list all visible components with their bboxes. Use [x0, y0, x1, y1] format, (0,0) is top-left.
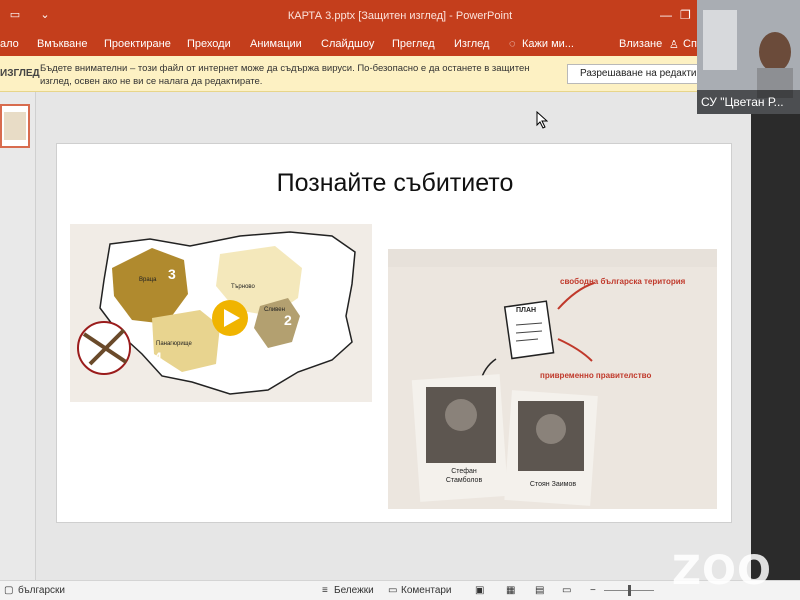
bulgaria-map-graphic — [77, 231, 356, 395]
tab-design[interactable]: Проектиране — [104, 38, 171, 50]
protected-view-message: Бъдете внимателни – този файл от интерне… — [40, 63, 530, 87]
map-number-2: 2 — [284, 312, 292, 328]
title-bar: ▭ ⌄ КАРТА 3.pptx [Защитен изглед] - Powe… — [0, 0, 800, 34]
slideshow-view-icon[interactable]: ▭ — [562, 585, 571, 596]
normal-view-icon[interactable]: ▣ — [475, 585, 484, 596]
enable-editing-button[interactable]: Разрешаване на редактира — [567, 64, 717, 84]
language-indicator[interactable]: български — [18, 585, 65, 596]
map-label-vratsa: Враца — [139, 277, 157, 283]
person-1-caption: Стефан Стамболов — [445, 468, 483, 484]
map-number-4: 4 — [154, 349, 162, 365]
comments-button[interactable]: Коментари — [401, 585, 452, 596]
zoom-side-panel — [751, 114, 800, 580]
map-number-3: 3 — [168, 266, 176, 282]
participant-name: СУ "Цветан Р... — [697, 90, 800, 114]
zoom-out-button[interactable]: − — [590, 585, 596, 596]
thumbnail-preview — [4, 112, 26, 140]
restore-button[interactable]: ❐ — [680, 8, 691, 22]
sign-in-link[interactable]: Влизане — [619, 38, 662, 50]
map-label-sliven: Сливен — [264, 307, 285, 313]
tell-me-search[interactable]: Кажи ми... — [522, 38, 574, 50]
zoom-slider-thumb[interactable] — [628, 585, 631, 596]
notes-button[interactable]: Бележки — [334, 585, 374, 596]
tab-slideshow[interactable]: Слайдшоу — [321, 38, 374, 50]
reading-view-icon[interactable]: ▤ — [535, 585, 544, 596]
share-button[interactable]: Сп — [683, 38, 697, 50]
slide-sorter-icon[interactable]: ▦ — [506, 585, 515, 596]
minimize-button[interactable]: — — [660, 8, 672, 22]
map-label-tarnovo: Търново — [231, 284, 255, 290]
tab-transitions[interactable]: Преходи — [187, 38, 231, 50]
lightbulb-icon: ◌ — [509, 38, 516, 50]
person-2-caption: Стоян Заимов — [529, 481, 577, 488]
zoom-watermark: ZOO — [672, 548, 773, 594]
tab-animations[interactable]: Анимации — [250, 38, 302, 50]
tab-view[interactable]: Изглед — [454, 38, 489, 50]
plan-label: ПЛАН — [516, 307, 537, 314]
protected-view-bar: ИЗГЛЕД Бъдете внимателни – този файл от … — [0, 56, 800, 92]
mouse-cursor-icon — [536, 111, 548, 129]
notes-icon[interactable]: ≡ — [322, 585, 328, 596]
free-territory-label: свободна българска територия — [560, 277, 686, 286]
uprising-map-image[interactable]: Враца Търново Сливен Панагюрище 1 2 3 4 — [70, 224, 372, 402]
protected-view-label: ИЗГЛЕД — [0, 68, 40, 79]
map-number-1: 1 — [207, 284, 215, 300]
comments-icon[interactable]: ▭ — [388, 585, 397, 596]
ribbon-tabs: ало Вмъкване Проектиране Преходи Анимаци… — [0, 34, 800, 56]
map-label-panagyurishte: Панагюрище — [156, 341, 192, 347]
slide-thumbnail-1[interactable] — [0, 104, 30, 148]
slide-title: Познайте събитието — [276, 169, 514, 197]
powerpoint-window: ▭ ⌄ КАРТА 3.pptx [Защитен изглед] - Powe… — [0, 0, 800, 600]
plan-photos-image[interactable]: свободна българска територия привременно… — [388, 249, 717, 509]
tab-review[interactable]: Преглед — [392, 38, 435, 50]
provisional-government-label: привременно правителство — [540, 371, 652, 380]
slide[interactable]: Познайте събитието Враца Търново Сливен … — [56, 143, 732, 523]
tab-home[interactable]: ало — [0, 38, 19, 50]
slide-thumbnails-pane — [0, 92, 36, 580]
tab-insert[interactable]: Вмъкване — [37, 38, 88, 50]
spellcheck-icon[interactable]: ▢ — [4, 585, 13, 596]
share-icon[interactable]: ♙ — [669, 38, 679, 51]
